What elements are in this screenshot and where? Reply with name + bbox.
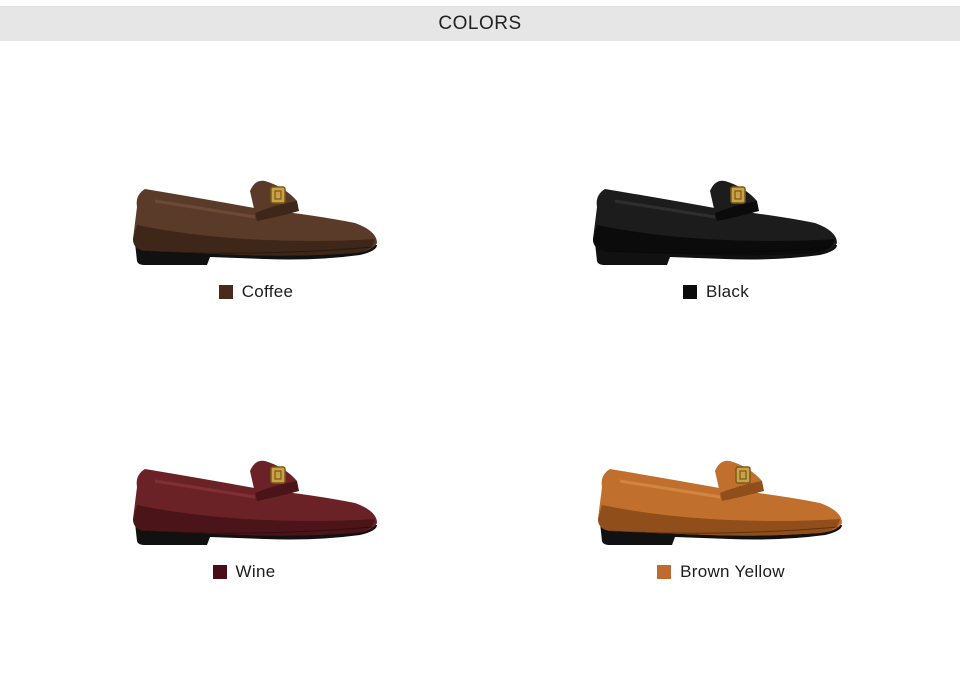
- color-label-row: Wine: [4, 562, 484, 582]
- color-name: Coffee: [241, 282, 294, 301]
- color-label-row: Brown Yellow: [481, 562, 960, 582]
- color-option-black[interactable]: Black: [480, 60, 960, 340]
- shoe-image-black: [593, 180, 837, 265]
- color-label-row: Black: [476, 282, 956, 302]
- color-option-brown-yellow[interactable]: Brown Yellow: [480, 340, 960, 620]
- color-option-coffee[interactable]: Coffee: [0, 60, 480, 340]
- shoe-image-brown-yellow: [598, 460, 842, 545]
- section-title: COLORS: [438, 12, 522, 34]
- shoe-image-coffee: [133, 180, 377, 265]
- color-swatch: [682, 285, 697, 299]
- color-name: Wine: [235, 562, 276, 581]
- color-label-row: Coffee: [16, 282, 496, 302]
- color-swatch: [657, 565, 672, 579]
- color-name: Black: [705, 282, 750, 301]
- color-swatch: [212, 565, 227, 579]
- color-swatch: [218, 285, 233, 299]
- color-option-wine[interactable]: Wine: [0, 340, 480, 620]
- shoe-image-wine: [133, 460, 377, 545]
- color-name: Brown Yellow: [680, 562, 785, 581]
- colors-header-bar: COLORS: [0, 6, 960, 41]
